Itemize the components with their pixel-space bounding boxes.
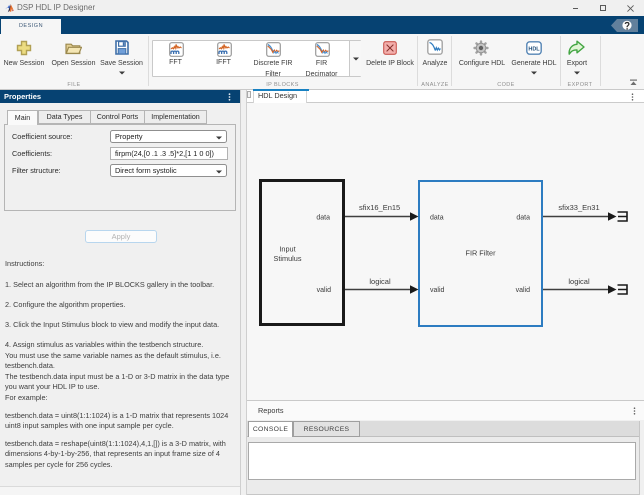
svg-text:valid: valid bbox=[430, 287, 445, 294]
svg-text:Input: Input bbox=[279, 245, 295, 254]
svg-text:HDL: HDL bbox=[528, 47, 540, 53]
svg-text:logical: logical bbox=[369, 277, 391, 286]
svg-text:sfix16_En15: sfix16_En15 bbox=[359, 203, 400, 212]
svg-text:logical: logical bbox=[568, 277, 590, 286]
svg-text:data: data bbox=[316, 214, 330, 221]
svg-text:sfix33_En31: sfix33_En31 bbox=[558, 203, 599, 212]
svg-text:Stimulus: Stimulus bbox=[274, 254, 302, 263]
svg-text:data: data bbox=[430, 214, 444, 221]
svg-text:FIR Filter: FIR Filter bbox=[466, 249, 497, 258]
svg-text:valid: valid bbox=[516, 287, 531, 294]
svg-text:data: data bbox=[516, 214, 530, 221]
svg-text:valid: valid bbox=[317, 287, 332, 294]
